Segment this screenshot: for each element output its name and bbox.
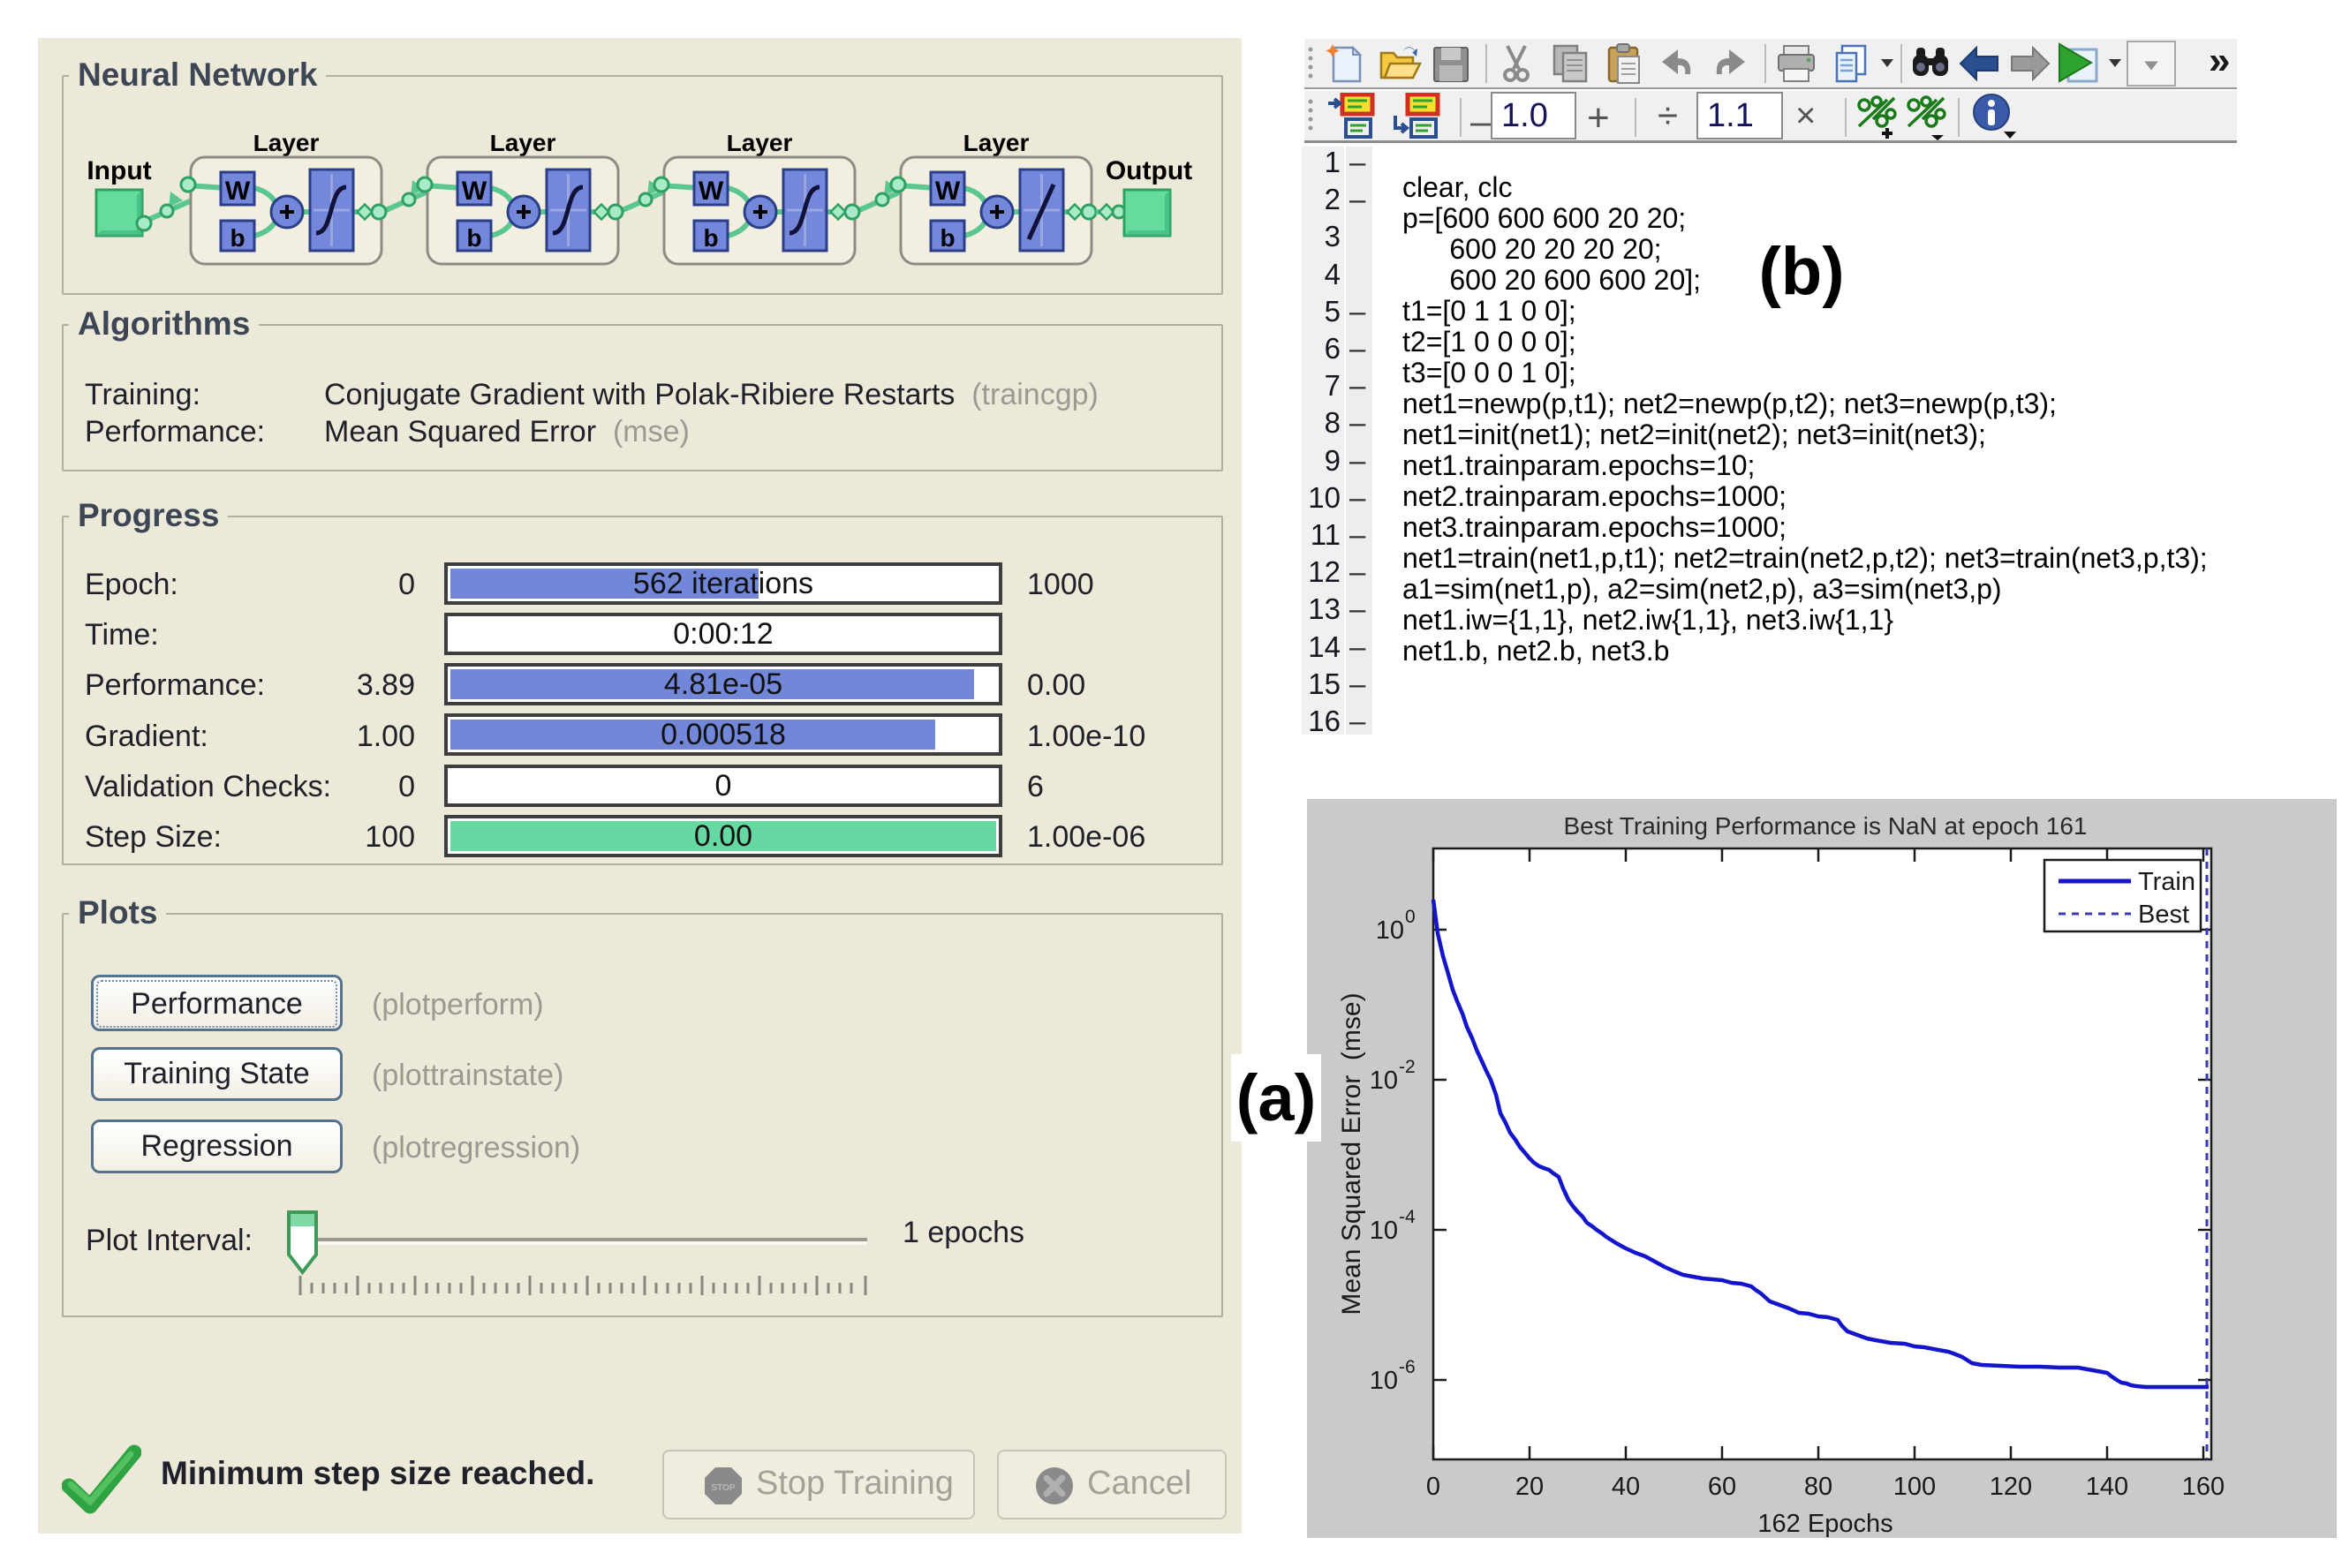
svg-text:10: 10 [1370,1367,1398,1395]
svg-text:0: 0 [1405,907,1416,927]
svg-text:100: 100 [1893,1473,1936,1501]
svg-text:Layer: Layer [963,135,1030,156]
svg-text:Layer: Layer [727,135,793,156]
svg-text:10: 10 [1370,1067,1398,1095]
svg-text:Best Training Performance is N: Best Training Performance is NaN at epoc… [1564,812,2088,840]
svg-text:Mean Squared Error (mse): Mean Squared Error (mse) [1337,992,1366,1315]
svg-text:20: 20 [1515,1473,1544,1501]
svg-text:-2: -2 [1399,1057,1416,1077]
svg-text:60: 60 [1708,1473,1736,1501]
svg-text:140: 140 [2086,1473,2128,1501]
svg-text:Layer: Layer [490,135,556,156]
svg-text:80: 80 [1804,1473,1832,1501]
svg-text:Train: Train [2138,868,2195,896]
svg-text:-4: -4 [1399,1207,1416,1227]
svg-text:-6: -6 [1399,1357,1416,1377]
svg-text:162 Epochs: 162 Epochs [1757,1510,1892,1538]
svg-text:120: 120 [1990,1473,2032,1501]
svg-text:Output: Output [1106,156,1192,185]
svg-text:Input: Input [87,156,151,185]
svg-text:STOP: STOP [711,1483,735,1493]
svg-text:0: 0 [1426,1473,1440,1501]
svg-text:Layer: Layer [253,135,320,156]
svg-text:40: 40 [1612,1473,1640,1501]
svg-text:160: 160 [2182,1473,2225,1501]
svg-text:10: 10 [1370,1217,1398,1245]
svg-text:10: 10 [1376,916,1404,945]
svg-text:Best: Best [2138,901,2189,929]
